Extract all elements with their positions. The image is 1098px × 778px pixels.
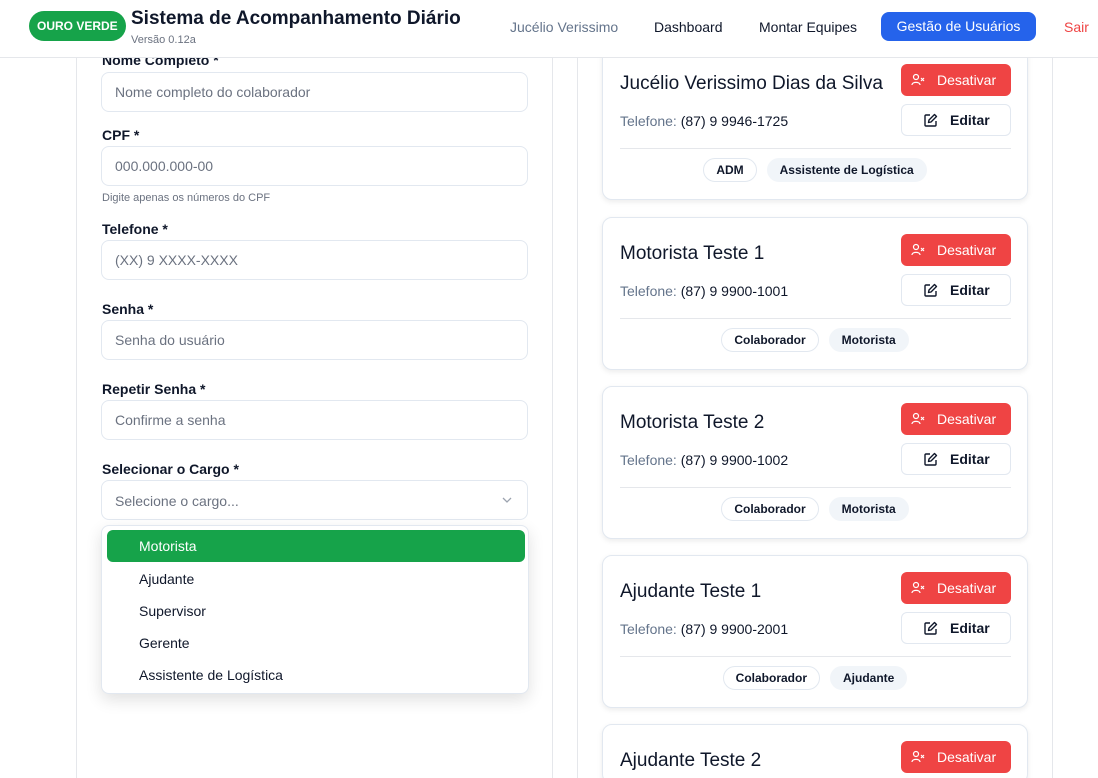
- role-option-supervisor[interactable]: Supervisor: [107, 595, 525, 627]
- app-version: Versão 0.12a: [131, 34, 196, 46]
- user-badges: Colaborador Motorista: [603, 497, 1027, 521]
- edit-icon: [924, 621, 938, 635]
- brand-logo: OURO VERDE: [29, 11, 126, 41]
- role-label: Selecionar o Cargo *: [102, 461, 239, 477]
- role-option-assistente[interactable]: Assistente de Logística: [107, 659, 525, 691]
- nav-user-management[interactable]: Gestão de Usuários: [881, 12, 1036, 41]
- user-name: Motorista Teste 1: [620, 243, 765, 264]
- cpf-hint: Digite apenas os números do CPF: [102, 192, 271, 204]
- role-badge: Assistente de Logística: [766, 158, 927, 182]
- user-x-icon: [911, 73, 925, 86]
- user-name: Motorista Teste 2: [620, 412, 765, 433]
- edit-button[interactable]: Editar: [901, 104, 1011, 136]
- access-badge: ADM: [703, 158, 757, 182]
- deactivate-button[interactable]: Desativar: [901, 572, 1011, 604]
- access-badge: Colaborador: [722, 666, 820, 690]
- user-badges: ADM Assistente de Logística: [603, 158, 1027, 182]
- deactivate-button[interactable]: Desativar: [901, 741, 1011, 773]
- card-divider: [620, 656, 1011, 657]
- chevron-down-icon: [502, 497, 512, 503]
- role-badge: Motorista: [828, 497, 909, 521]
- user-name: Ajudante Teste 2: [620, 750, 762, 771]
- user-phone: Telefone: (87) 9 9900-2001: [620, 621, 789, 637]
- user-card: Ajudante Teste 2 Desativar: [602, 724, 1028, 778]
- user-card: Motorista Teste 2 Telefone: (87) 9 9900-…: [602, 386, 1028, 539]
- nav-teams[interactable]: Montar Equipes: [759, 19, 857, 35]
- card-divider: [620, 318, 1011, 319]
- phone-input[interactable]: [101, 240, 528, 280]
- access-badge: Colaborador: [721, 497, 819, 521]
- user-name: Jucélio Verissimo Dias da Silva: [620, 73, 883, 94]
- role-select-placeholder: Selecione o cargo...: [115, 493, 239, 509]
- app-title: Sistema de Acompanhamento Diário: [131, 8, 461, 29]
- user-x-icon: [911, 243, 925, 256]
- password-input[interactable]: [101, 320, 528, 360]
- phone-label: Telefone *: [102, 221, 168, 237]
- user-card: Motorista Teste 1 Telefone: (87) 9 9900-…: [602, 217, 1028, 370]
- confirm-password-label: Repetir Senha *: [102, 381, 206, 397]
- user-card: Jucélio Verissimo Dias da Silva Telefone…: [602, 47, 1028, 200]
- role-badge: Ajudante: [830, 666, 908, 690]
- user-phone: Telefone: (87) 9 9946-1725: [620, 113, 789, 129]
- cpf-label: CPF *: [102, 127, 140, 143]
- role-option-gerente[interactable]: Gerente: [107, 627, 525, 659]
- role-select[interactable]: Selecione o cargo...: [101, 480, 528, 520]
- user-badges: Colaborador Motorista: [603, 328, 1027, 352]
- access-badge: Colaborador: [721, 328, 819, 352]
- confirm-password-input[interactable]: [101, 400, 528, 440]
- edit-button[interactable]: Editar: [901, 612, 1011, 644]
- nav-dashboard[interactable]: Dashboard: [654, 19, 723, 35]
- edit-button[interactable]: Editar: [901, 443, 1011, 475]
- user-phone: Telefone: (87) 9 9900-1001: [620, 283, 789, 299]
- user-phone: Telefone: (87) 9 9900-1002: [620, 452, 789, 468]
- role-badge: Motorista: [828, 328, 909, 352]
- current-user-name[interactable]: Jucélio Verissimo: [510, 19, 618, 35]
- user-name: Ajudante Teste 1: [620, 581, 762, 602]
- role-option-ajudante[interactable]: Ajudante: [107, 563, 525, 595]
- role-dropdown: Motorista Ajudante Supervisor Gerente As…: [101, 525, 529, 694]
- role-option-motorista[interactable]: Motorista: [107, 530, 525, 562]
- password-label: Senha *: [102, 301, 154, 317]
- card-divider: [620, 148, 1011, 149]
- deactivate-button[interactable]: Desativar: [901, 64, 1011, 96]
- edit-icon: [924, 283, 938, 297]
- card-divider: [620, 487, 1011, 488]
- user-x-icon: [911, 412, 925, 425]
- edit-icon: [924, 452, 938, 466]
- logout-link[interactable]: Sair: [1064, 19, 1089, 35]
- deactivate-button[interactable]: Desativar: [901, 234, 1011, 266]
- cpf-input[interactable]: [101, 146, 528, 186]
- deactivate-button[interactable]: Desativar: [901, 403, 1011, 435]
- edit-button[interactable]: Editar: [901, 274, 1011, 306]
- user-badges: Colaborador Ajudante: [603, 666, 1027, 690]
- name-input[interactable]: [101, 72, 528, 112]
- app-header: OURO VERDE Sistema de Acompanhamento Diá…: [0, 0, 1098, 58]
- user-x-icon: [911, 750, 925, 763]
- edit-icon: [924, 113, 938, 127]
- user-card: Ajudante Teste 1 Telefone: (87) 9 9900-2…: [602, 555, 1028, 708]
- user-x-icon: [911, 581, 925, 594]
